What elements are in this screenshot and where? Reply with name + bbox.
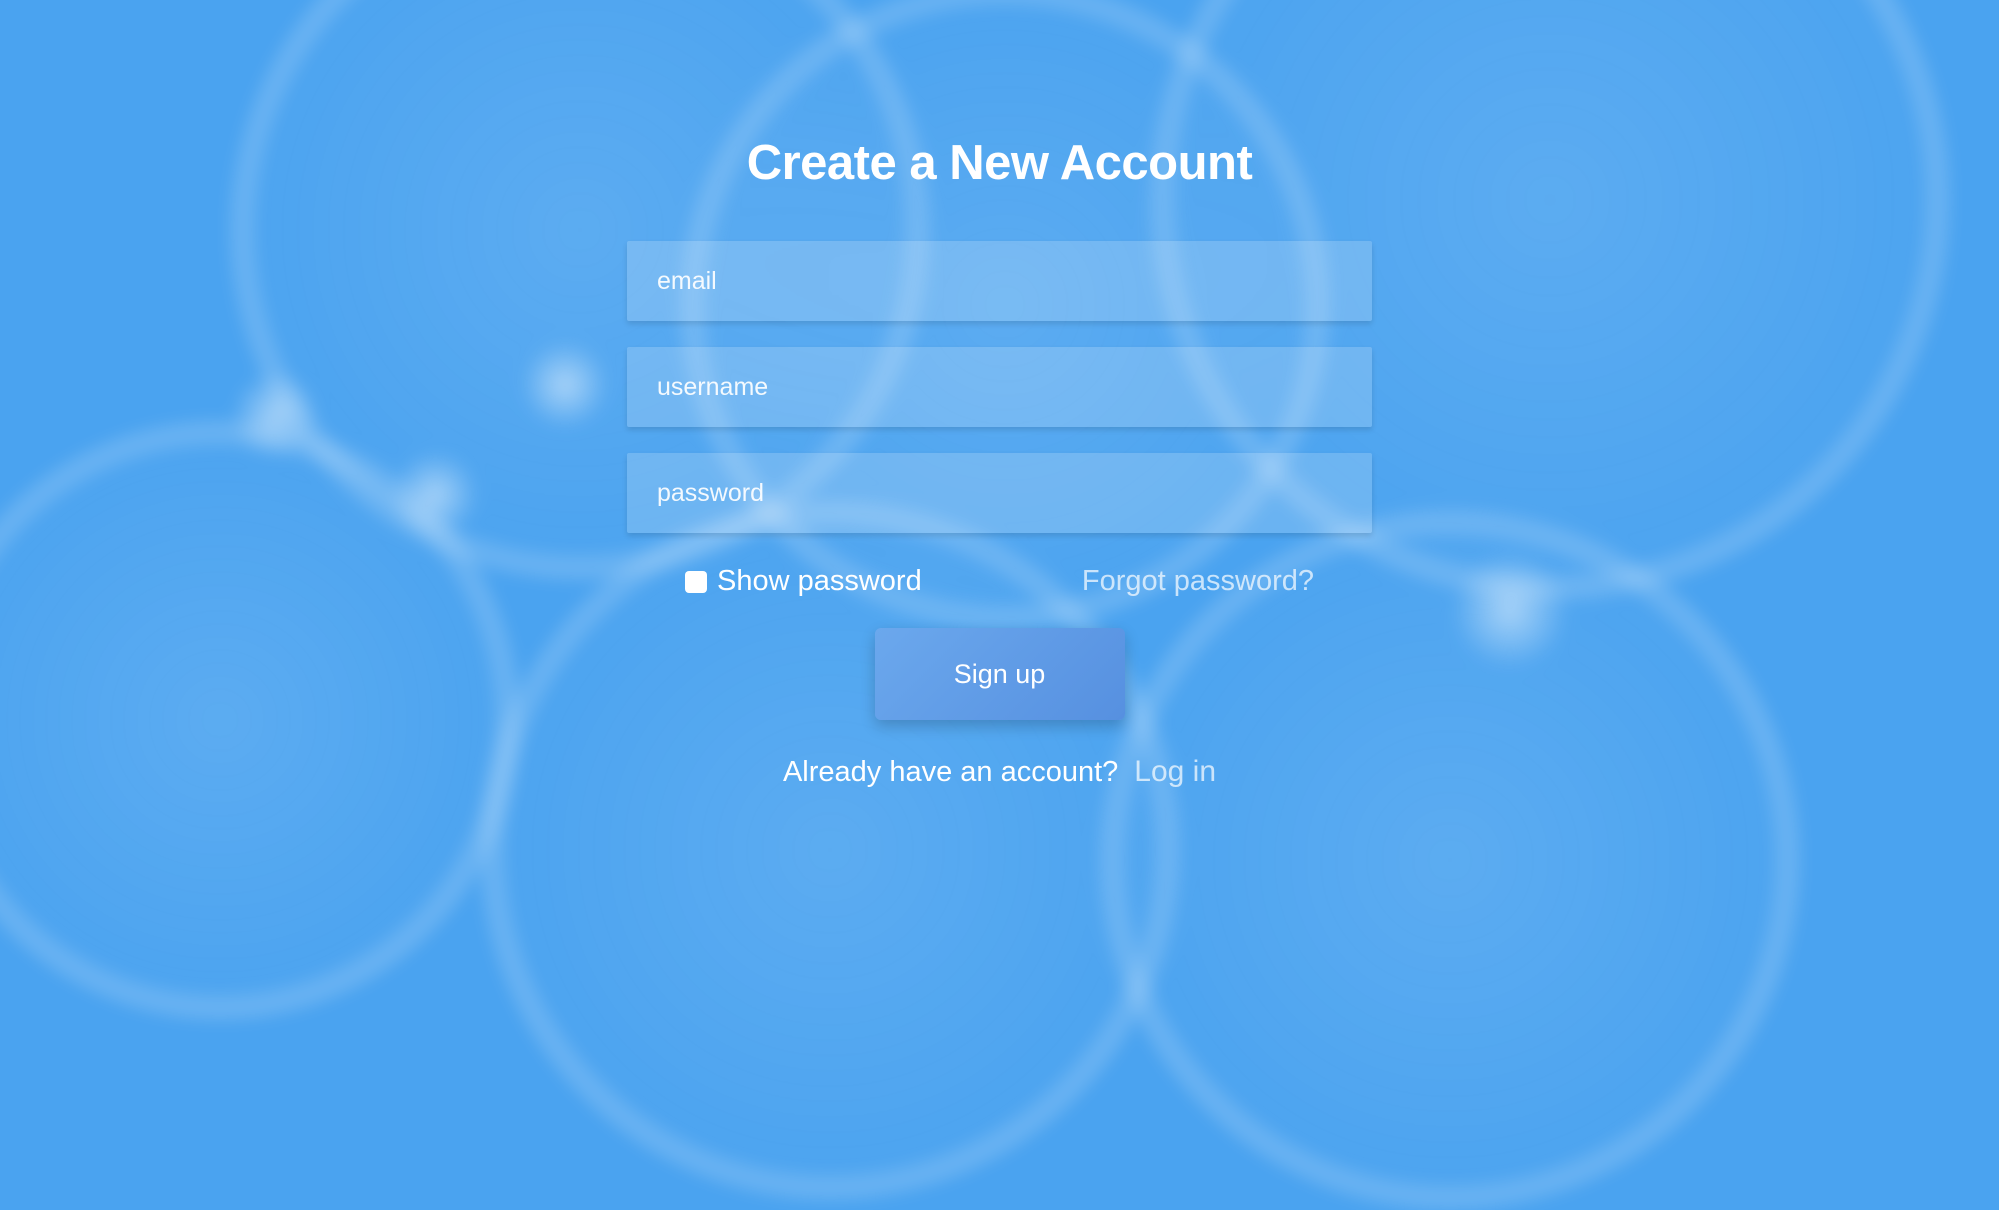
signup-form: Create a New Account Show password Forgo… <box>0 0 1999 789</box>
show-password-checkbox[interactable] <box>685 571 707 593</box>
username-field[interactable] <box>627 347 1372 427</box>
forgot-password-link[interactable]: Forgot password? <box>1082 565 1314 598</box>
show-password-group: Show password <box>685 565 922 598</box>
login-prompt-text: Already have an account? <box>783 756 1118 789</box>
show-password-label[interactable]: Show password <box>717 565 922 598</box>
login-prompt-row: Already have an account? Log in <box>783 755 1216 789</box>
signup-button[interactable]: Sign up <box>875 628 1125 720</box>
password-field[interactable] <box>627 453 1372 533</box>
password-options-row: Show password Forgot password? <box>627 565 1372 598</box>
page-title: Create a New Account <box>747 135 1253 191</box>
login-link[interactable]: Log in <box>1134 755 1216 789</box>
email-field[interactable] <box>627 241 1372 321</box>
